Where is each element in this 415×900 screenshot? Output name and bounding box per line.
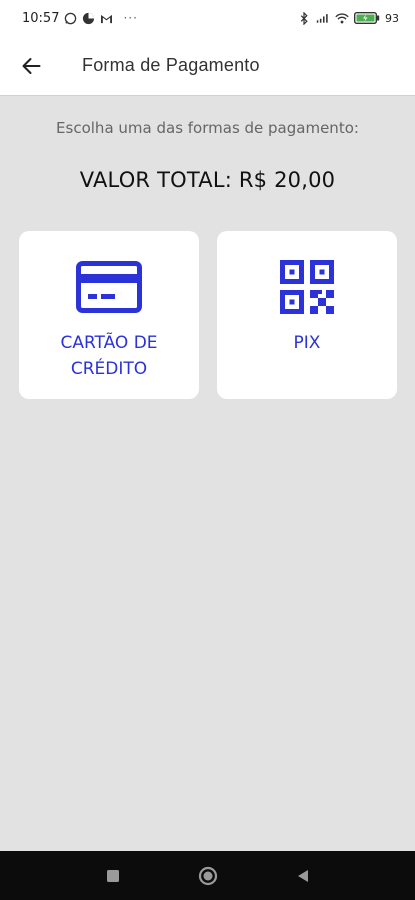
arrow-left-icon bbox=[22, 57, 41, 74]
payment-instruction: Escolha uma das formas de pagamento: bbox=[56, 119, 359, 137]
square-icon bbox=[106, 869, 119, 882]
status-bar: 10:57 ··· 93 bbox=[0, 0, 415, 36]
status-time: 10:57 bbox=[22, 10, 60, 26]
app-bar: Forma de Pagamento bbox=[0, 36, 415, 96]
recent-apps-button[interactable] bbox=[103, 866, 123, 886]
screen: 10:57 ··· 93 Forma de Pagamento Escolha … bbox=[0, 0, 415, 900]
whatsapp-icon bbox=[63, 11, 77, 25]
gmail-icon bbox=[99, 11, 113, 25]
status-right: 93 bbox=[297, 11, 399, 25]
navigation-bar bbox=[0, 851, 415, 900]
bluetooth-icon bbox=[297, 11, 311, 25]
credit-card-label: CARTÃO DE CRÉDITO bbox=[60, 333, 158, 379]
status-left: 10:57 ··· bbox=[22, 11, 138, 26]
page-title: Forma de Pagamento bbox=[82, 55, 260, 75]
battery-percentage: 93 bbox=[385, 11, 399, 25]
pix-option[interactable]: PIX bbox=[217, 231, 397, 399]
more-notifications: ··· bbox=[123, 11, 138, 25]
app-notification-icon bbox=[81, 11, 95, 25]
qr-code-icon bbox=[274, 260, 340, 314]
triangle-back-icon bbox=[297, 869, 308, 882]
pix-label: PIX bbox=[293, 333, 321, 353]
circle-icon bbox=[198, 866, 217, 885]
credit-card-option[interactable]: CARTÃO DE CRÉDITO bbox=[19, 231, 199, 399]
back-button[interactable] bbox=[0, 36, 62, 96]
payment-options: CARTÃO DE CRÉDITO PIX bbox=[19, 231, 397, 399]
back-nav-button[interactable] bbox=[293, 866, 313, 886]
home-button[interactable] bbox=[198, 866, 218, 886]
wifi-icon bbox=[335, 11, 349, 25]
signal-icon bbox=[316, 11, 330, 25]
credit-card-icon bbox=[76, 260, 142, 314]
battery-icon bbox=[354, 11, 380, 25]
total-value: VALOR TOTAL: R$ 20,00 bbox=[79, 168, 336, 192]
